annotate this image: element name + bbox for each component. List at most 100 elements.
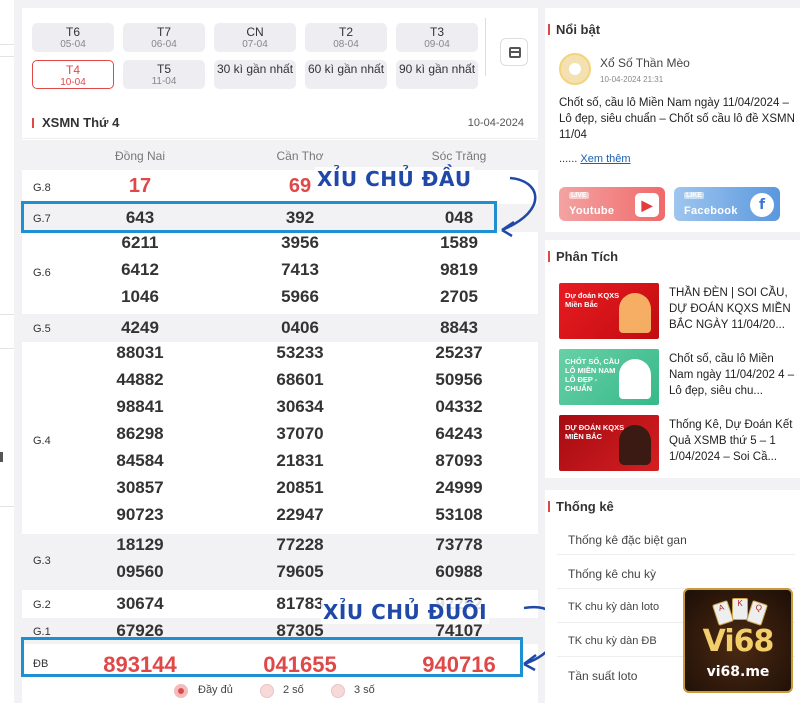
article-thumbnail[interactable]: DỰ ĐOÁN KQXS MIỀN BẮC: [559, 415, 659, 471]
day-label: T6: [65, 25, 80, 39]
logo-brand: Vi68: [702, 624, 775, 659]
stats-link[interactable]: Thống kê đặc biệt gan: [568, 533, 687, 547]
day-tab-t3[interactable]: T3 09-04: [396, 23, 478, 52]
article-thumbnail[interactable]: CHỐT SỐ, CẦU LÔ MIỀN NAM LÔ ĐẸP - CHUẨN: [559, 349, 659, 405]
card: Q: [745, 600, 769, 626]
analysis-heading: Phân Tích: [556, 249, 619, 264]
youtube-button[interactable]: LIVE Youtube ▶: [559, 187, 665, 221]
youtube-icon: ▶: [635, 193, 659, 217]
province-name[interactable]: Cần Thơ: [220, 149, 380, 163]
live-badge: LIVE: [569, 192, 589, 199]
arrow-annotation: [501, 176, 537, 238]
accent-bar: [548, 24, 550, 35]
day-label: T4: [65, 63, 80, 77]
day-tab-t7[interactable]: T7 06-04: [123, 23, 205, 52]
radio-full[interactable]: [174, 684, 188, 698]
special-highlight-box: [21, 637, 523, 677]
prize-label: G.4: [33, 435, 51, 447]
divider: [0, 314, 14, 315]
facebook-button[interactable]: LIKE Facebook f: [674, 187, 780, 221]
prize-label: G.8: [33, 182, 51, 194]
calendar-icon: [509, 47, 521, 58]
day-date: 09-04: [424, 39, 450, 50]
prize-row-g5: G.5 4249 0406 8843: [22, 314, 538, 342]
facebook-icon: f: [750, 193, 774, 217]
card: K: [732, 598, 748, 620]
like-badge: LIKE: [684, 192, 704, 199]
annotation-tail: XỈU CHỦ ĐUÔI: [321, 600, 490, 624]
prize-number: 17: [128, 175, 152, 197]
prize-number: 22947: [276, 505, 324, 524]
prize-number: 53108: [435, 505, 483, 524]
divider: [0, 348, 14, 349]
prize-number: 7413: [281, 260, 319, 279]
thumbnail-caption: Dự đoán KQXS Miền Bắc: [565, 291, 620, 309]
post-time: 10-04-2024 21:31: [600, 75, 664, 84]
prize-number: 44882: [116, 370, 164, 389]
range-90-button[interactable]: 90 kì gần nhất: [396, 60, 478, 89]
day-label: T5: [156, 62, 171, 76]
option-label[interactable]: Đầy đủ: [198, 684, 233, 696]
prize-number: 53233: [276, 343, 324, 362]
annotation-head: XỈU CHỦ ĐẦU: [315, 167, 474, 191]
day-date: 06-04: [151, 39, 177, 50]
day-selector: T6 05-04 T7 06-04 CN 07-04 T2 08-04 T3 09-04 …: [22, 8, 538, 100]
results-panel: T6 05-04 T7 06-04 CN 07-04 T2 08-04 T3 09-04 …: [22, 8, 538, 703]
prize-number: 04332: [435, 397, 483, 416]
divider: [0, 506, 14, 507]
prize-number: 79605: [276, 562, 324, 581]
divider: [485, 18, 486, 76]
day-tab-t4[interactable]: T4 10-04: [32, 60, 114, 89]
prize-number: 20851: [276, 478, 324, 497]
prize-number: 09560: [116, 562, 164, 581]
prize-number: 37070: [276, 424, 324, 443]
article-link[interactable]: Chốt số, cầu lô Miền Nam ngày 11/04/202 …: [669, 351, 797, 399]
day-label: CN: [246, 25, 264, 39]
prize-number: 86298: [116, 424, 164, 443]
prize-number: 9819: [440, 260, 478, 279]
province-name[interactable]: Đồng Nai: [60, 149, 220, 163]
range-30-button[interactable]: 30 kì gần nhất: [214, 60, 296, 89]
day-tab-t6[interactable]: T6 05-04: [32, 23, 114, 52]
day-tab-t2[interactable]: T2 08-04: [305, 23, 387, 52]
province-name[interactable]: Sóc Trăng: [379, 149, 539, 163]
province-header-row: Đồng Nai Cần Thơ Sóc Trăng: [22, 140, 538, 170]
range-60-button[interactable]: 60 kì gần nhất: [305, 60, 387, 89]
radio-2-digits[interactable]: [260, 684, 274, 698]
logo-url: vi68.me: [706, 664, 770, 680]
article-thumbnail[interactable]: Dự đoán KQXS Miền Bắc: [559, 283, 659, 339]
prize-number: 0406: [281, 318, 319, 337]
read-more-link[interactable]: Xem thêm: [580, 153, 630, 165]
featured-heading: Nổi bật: [556, 22, 601, 37]
thumbnail-caption: DỰ ĐOÁN KQXS MIỀN BẮC: [565, 423, 625, 441]
card: A: [711, 600, 735, 626]
prize-row-g3: G.3 18129 77228 73778 09560 79605 60988: [22, 534, 538, 590]
day-tab-t5[interactable]: T5 11-04: [123, 60, 205, 89]
calendar-button[interactable]: [500, 38, 528, 66]
prize-label: G.2: [33, 599, 51, 611]
prize-number: 90723: [116, 505, 164, 524]
results-header: XSMN Thứ 4 10-04-2024: [22, 105, 538, 139]
stats-link[interactable]: TK chu kỳ dàn loto: [568, 601, 659, 613]
day-date: 05-04: [60, 39, 86, 50]
stats-heading: Thống kê: [556, 499, 614, 514]
article-link[interactable]: Thống Kê, Dự Đoán Kết Quả XSMB thứ 5 – 1…: [669, 417, 797, 465]
stats-link[interactable]: Thống kê chu kỳ: [568, 567, 656, 581]
prize-label: G.3: [33, 555, 51, 567]
divider: [0, 56, 14, 57]
prize-number: 6211: [121, 233, 159, 252]
stats-link[interactable]: Tần suất loto: [568, 669, 637, 683]
youtube-label: Youtube: [569, 205, 615, 217]
radio-3-digits[interactable]: [331, 684, 345, 698]
author-name[interactable]: Xổ Số Thần Mèo: [600, 56, 690, 70]
stats-link[interactable]: TK chu kỳ dàn ĐB: [568, 635, 657, 647]
person-icon: [619, 425, 651, 465]
article-link[interactable]: THẦN ĐÈN | SOI CẦU, DỰ ĐOÁN KQXS MIỀN BẮ…: [669, 285, 797, 333]
prize-number: 30674: [116, 594, 164, 613]
option-label[interactable]: 2 số: [283, 684, 304, 696]
results-date: 10-04-2024: [467, 117, 524, 129]
option-label[interactable]: 3 số: [354, 684, 375, 696]
day-tab-cn[interactable]: CN 07-04: [214, 23, 296, 52]
g7-highlight-box: [21, 201, 497, 233]
post-text[interactable]: Chốt số, cầu lô Miền Nam ngày 11/04/2024…: [559, 95, 799, 143]
